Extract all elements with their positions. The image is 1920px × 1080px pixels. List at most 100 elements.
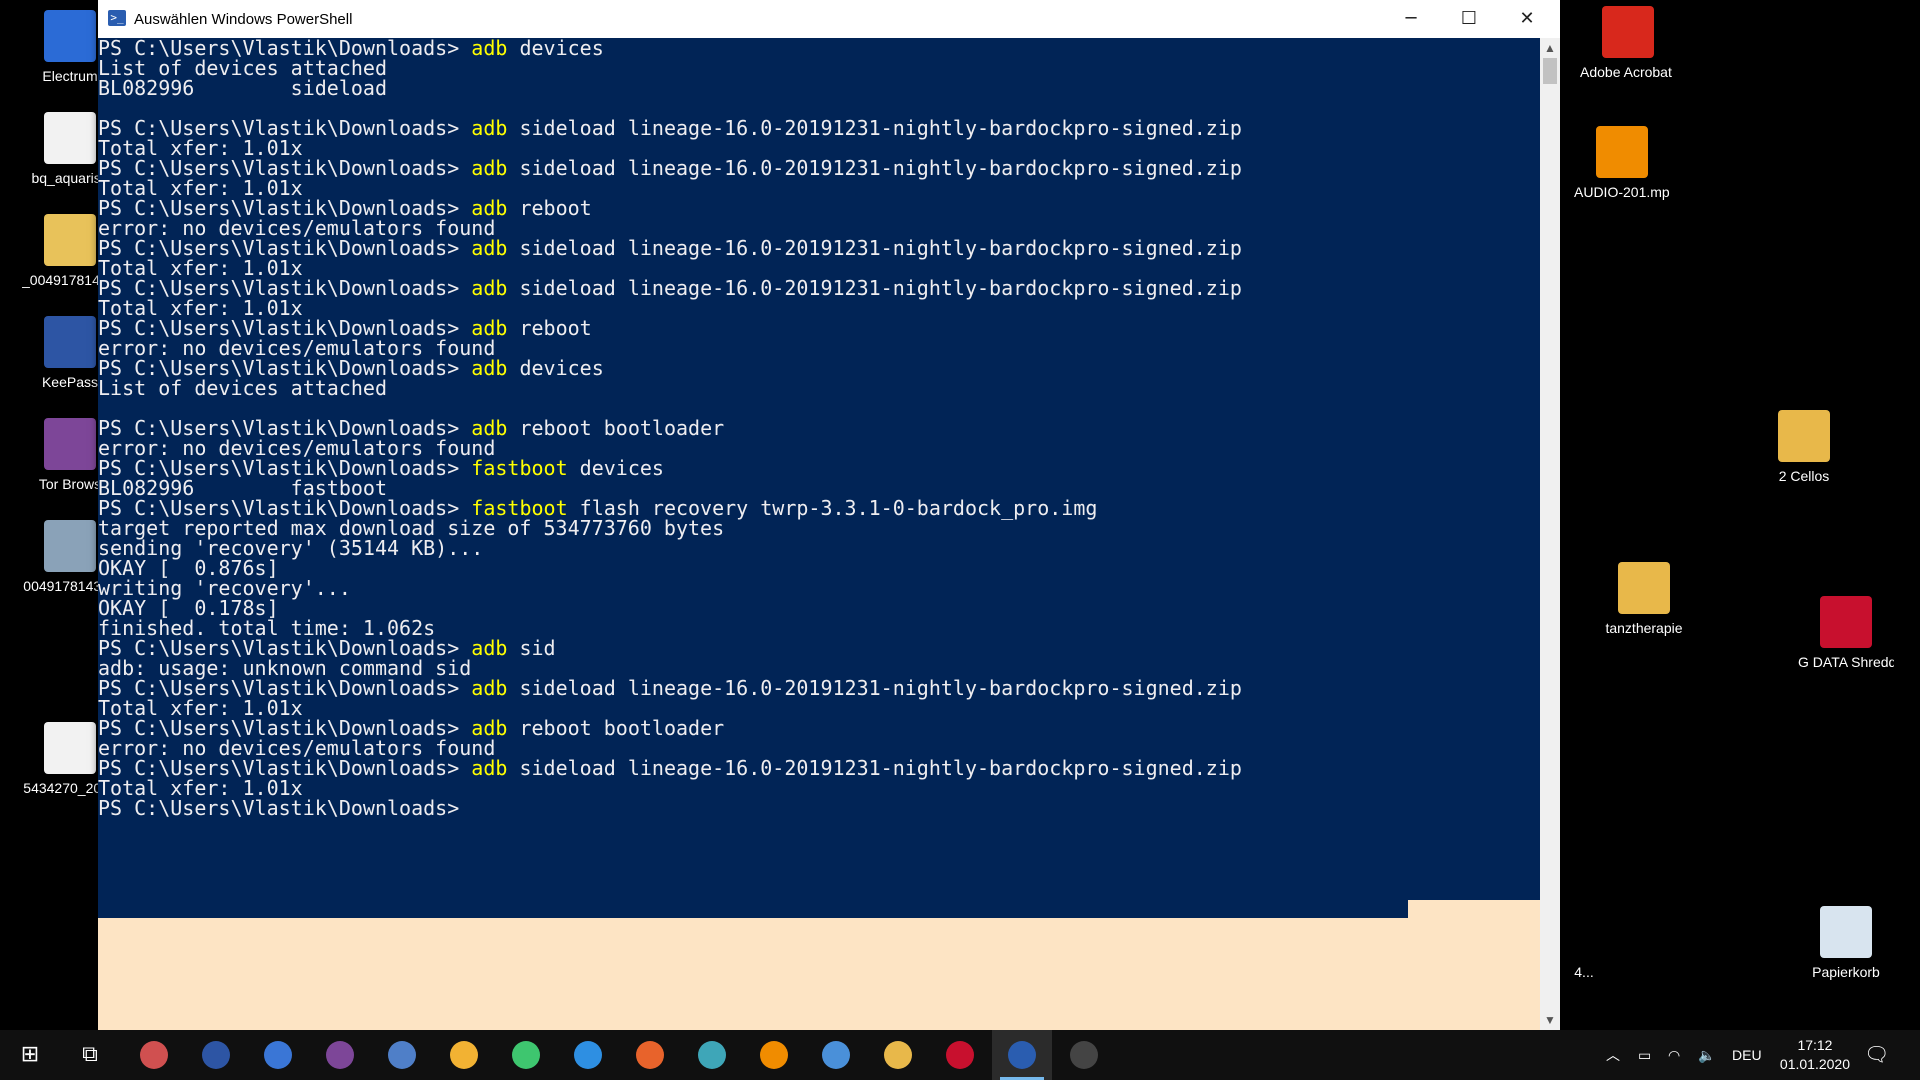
console-line: PS C:\Users\Vlastik\Downloads> adb sidel… <box>98 678 1242 698</box>
folder-icon <box>1778 410 1830 462</box>
command-args: sideload lineage-16.0-20191231-nightly-b… <box>507 676 1242 700</box>
console-area[interactable]: PS C:\Users\Vlastik\Downloads> adb devic… <box>98 38 1540 1030</box>
output-text: BL082996 sideload <box>98 76 387 100</box>
taskbar-app-runner[interactable] <box>806 1030 866 1080</box>
output-text: PS C:\Users\Vlastik\Downloads> <box>98 796 460 820</box>
zip-folder-icon <box>44 214 96 266</box>
scroll-up-icon[interactable]: ▲ <box>1540 38 1560 58</box>
console-line: finished. total time: 1.062s <box>98 618 1242 638</box>
console-rendering-artifact <box>98 918 1540 1030</box>
powershell-icon: >_ <box>108 10 126 26</box>
image-file-icon <box>44 520 96 572</box>
console-line: adb: usage: unknown command sid <box>98 658 1242 678</box>
taskbar-app-blue[interactable] <box>372 1030 432 1080</box>
console-line: PS C:\Users\Vlastik\Downloads> adb sidel… <box>98 238 1242 258</box>
maximize-button[interactable]: ☐ <box>1440 0 1498 38</box>
command-args: sideload lineage-16.0-20191231-nightly-b… <box>507 116 1242 140</box>
console-line: Total xfer: 1.01x <box>98 258 1242 278</box>
console-line: OKAY [ 0.178s] <box>98 598 1242 618</box>
command-args: sideload lineage-16.0-20191231-nightly-b… <box>507 236 1242 260</box>
desktop-icon[interactable]: 2 Cellos <box>1756 410 1852 484</box>
taskbar-keepass[interactable] <box>186 1030 246 1080</box>
taskbar-cmd[interactable] <box>1054 1030 1114 1080</box>
wifi-icon[interactable]: ◠ <box>1668 1030 1680 1080</box>
taskbar-signal[interactable] <box>248 1030 308 1080</box>
desktop-icon[interactable]: Adobe Acrobat 9 Pro <box>1580 6 1676 80</box>
acrobat-icon <box>1602 6 1654 58</box>
console-line: PS C:\Users\Vlastik\Downloads> adb reboo… <box>98 318 1242 338</box>
console-line: PS C:\Users\Vlastik\Downloads> adb reboo… <box>98 418 1242 438</box>
command-name: adb <box>471 236 508 260</box>
notification-icon[interactable]: 🗨 <box>1864 1030 1889 1080</box>
command-name: adb <box>471 156 508 180</box>
cmd-icon <box>1070 1041 1098 1069</box>
console-line: error: no devices/emulators found <box>98 738 1242 758</box>
language-indicator[interactable]: DEU <box>1732 1030 1762 1080</box>
tor-browser-icon <box>44 418 96 470</box>
console-output: PS C:\Users\Vlastik\Downloads> adb devic… <box>98 38 1242 818</box>
console-line: PS C:\Users\Vlastik\Downloads> fastboot … <box>98 498 1242 518</box>
console-line: error: no devices/emulators found <box>98 438 1242 458</box>
maximize-icon: ☐ <box>1460 8 1478 29</box>
vertical-scrollbar[interactable]: ▲ ▼ <box>1540 38 1560 1030</box>
task-view-button[interactable]: ⧉ <box>60 1030 120 1080</box>
command-name: adb <box>471 116 508 140</box>
v-app-icon <box>698 1041 726 1069</box>
command-args: reboot bootloader <box>507 716 725 740</box>
green-flame-icon <box>512 1041 540 1069</box>
taskbar-thunderbird[interactable] <box>558 1030 618 1080</box>
volume-icon[interactable]: 🔈 <box>1698 1030 1715 1080</box>
console-line: PS C:\Users\Vlastik\Downloads> <box>98 798 1242 818</box>
console-line: PS C:\Users\Vlastik\Downloads> adb reboo… <box>98 198 1242 218</box>
command-args: reboot <box>507 316 592 340</box>
console-line: error: no devices/emulators found <box>98 338 1242 358</box>
window-title: Auswählen Windows PowerShell <box>134 11 353 28</box>
firefox-icon <box>636 1041 664 1069</box>
vlc-cone-icon <box>760 1041 788 1069</box>
windows-logo-icon: ⊞ <box>20 1042 40 1067</box>
taskbar-green-app[interactable] <box>496 1030 556 1080</box>
console-line: PS C:\Users\Vlastik\Downloads> adb reboo… <box>98 718 1242 738</box>
scrollbar-thumb[interactable] <box>1543 58 1557 84</box>
console-line: PS C:\Users\Vlastik\Downloads> fastboot … <box>98 458 1242 478</box>
console-line: BL082996 sideload <box>98 78 1242 98</box>
scroll-down-icon[interactable]: ▼ <box>1540 1010 1560 1030</box>
desktop-icon[interactable]: AUDIO-201.mp3 <box>1574 126 1670 200</box>
chat-app-icon <box>264 1041 292 1069</box>
desktop-icon[interactable]: Papierkorb <box>1798 906 1894 980</box>
desktop-icon[interactable]: tanztherapie <box>1596 562 1692 636</box>
console-line: PS C:\Users\Vlastik\Downloads> adb sidel… <box>98 158 1242 178</box>
taskbar-firefox[interactable] <box>620 1030 680 1080</box>
battery-icon[interactable]: ▭ <box>1638 1030 1651 1080</box>
console-line: PS C:\Users\Vlastik\Downloads> adb sidel… <box>98 278 1242 298</box>
clock[interactable]: 17:12 01.01.2020 <box>1780 1036 1850 1074</box>
taskbar-sun-app[interactable] <box>434 1030 494 1080</box>
powershell-window[interactable]: >_ Auswählen Windows PowerShell ─ ☐ ✕ PS… <box>98 0 1560 1030</box>
command-name: adb <box>471 38 508 60</box>
output-text: List of devices attached <box>98 376 387 400</box>
desktop-icon-label: 2 Cellos <box>1778 468 1830 484</box>
pdf-file-icon <box>44 722 96 774</box>
start-button[interactable]: ⊞ <box>0 1030 60 1080</box>
taskbar-powershell[interactable] <box>992 1030 1052 1080</box>
taskbar-gdata[interactable] <box>930 1030 990 1080</box>
console-line: target reported max download size of 534… <box>98 518 1242 538</box>
command-name: adb <box>471 676 508 700</box>
powershell-icon <box>1008 1041 1036 1069</box>
clock-date: 01.01.2020 <box>1779 1056 1850 1072</box>
desktop-icon[interactable]: G DATA Shredder <box>1798 596 1894 670</box>
console-line: Total xfer: 1.01x <box>98 138 1242 158</box>
gdata-shredder-icon <box>1820 596 1872 648</box>
taskbar-tor[interactable] <box>310 1030 370 1080</box>
taskbar-people[interactable] <box>124 1030 184 1080</box>
taskbar-vlc[interactable] <box>744 1030 804 1080</box>
command-name: adb <box>471 636 508 660</box>
title-bar[interactable]: >_ Auswählen Windows PowerShell ─ ☐ ✕ <box>98 0 1560 38</box>
taskbar-explorer[interactable] <box>868 1030 928 1080</box>
command-args: reboot <box>507 196 592 220</box>
taskbar-app-v[interactable] <box>682 1030 742 1080</box>
minimize-button[interactable]: ─ <box>1382 0 1440 38</box>
chevron-up-icon[interactable]: ︿ <box>1606 1030 1620 1080</box>
close-button[interactable]: ✕ <box>1498 0 1556 38</box>
console-line: sending 'recovery' (35144 KB)... <box>98 538 1242 558</box>
